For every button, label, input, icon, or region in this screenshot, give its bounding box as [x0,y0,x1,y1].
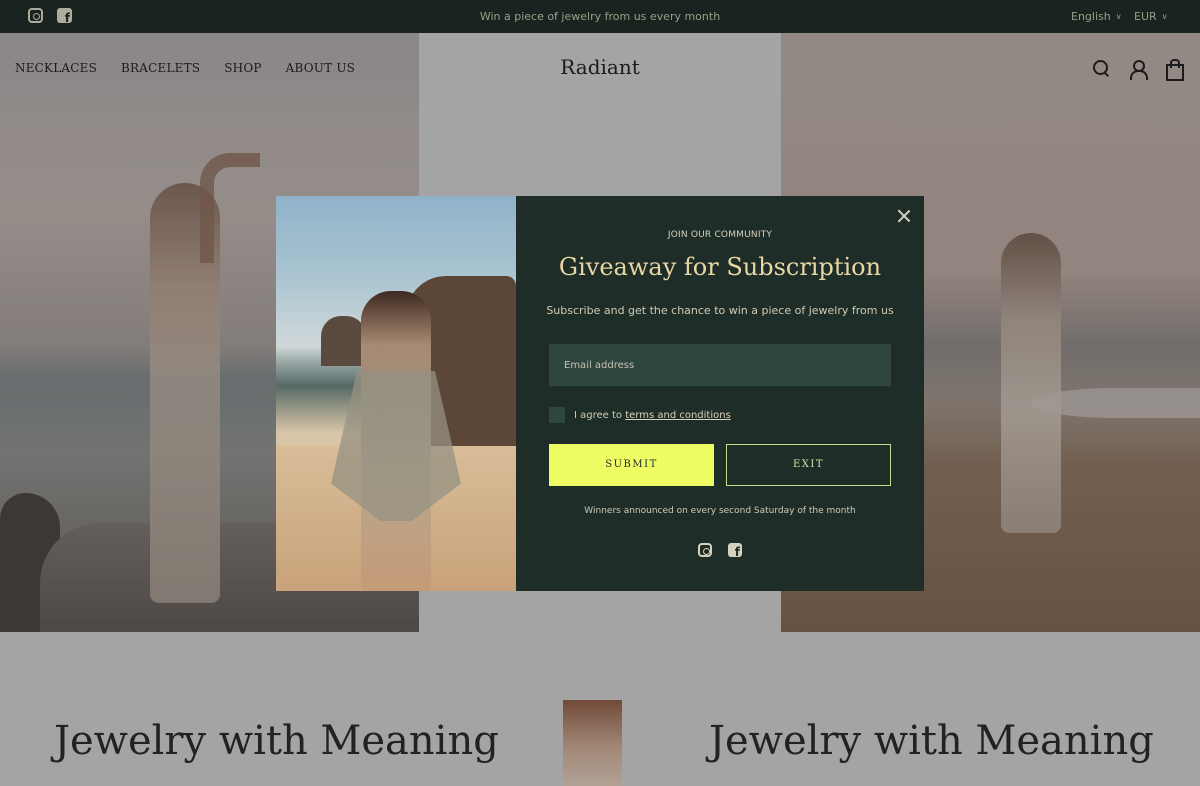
agree-text: I agree to [574,409,623,421]
modal-social [698,543,742,559]
modal-photo [276,196,516,591]
winners-note: Winners announced on every second Saturd… [584,506,856,516]
close-icon[interactable] [896,208,912,224]
modal-title: Giveaway for Subscription [558,253,882,281]
terms-link[interactable]: terms and conditions [625,410,731,421]
submit-button[interactable]: SUBMIT [549,444,714,486]
email-field[interactable] [549,344,891,386]
subscription-modal: JOIN OUR COMMUNITY Giveaway for Subscrip… [276,196,924,591]
modal-subtitle: Subscribe and get the chance to win a pi… [546,304,894,317]
modal-eyebrow: JOIN OUR COMMUNITY [667,230,773,240]
exit-button[interactable]: EXIT [726,444,891,486]
facebook-icon[interactable] [728,543,742,559]
terms-agreement: I agree to terms and conditions [549,407,731,423]
terms-checkbox[interactable] [549,407,565,423]
instagram-icon[interactable] [698,543,712,557]
modal-panel: JOIN OUR COMMUNITY Giveaway for Subscrip… [516,196,924,591]
